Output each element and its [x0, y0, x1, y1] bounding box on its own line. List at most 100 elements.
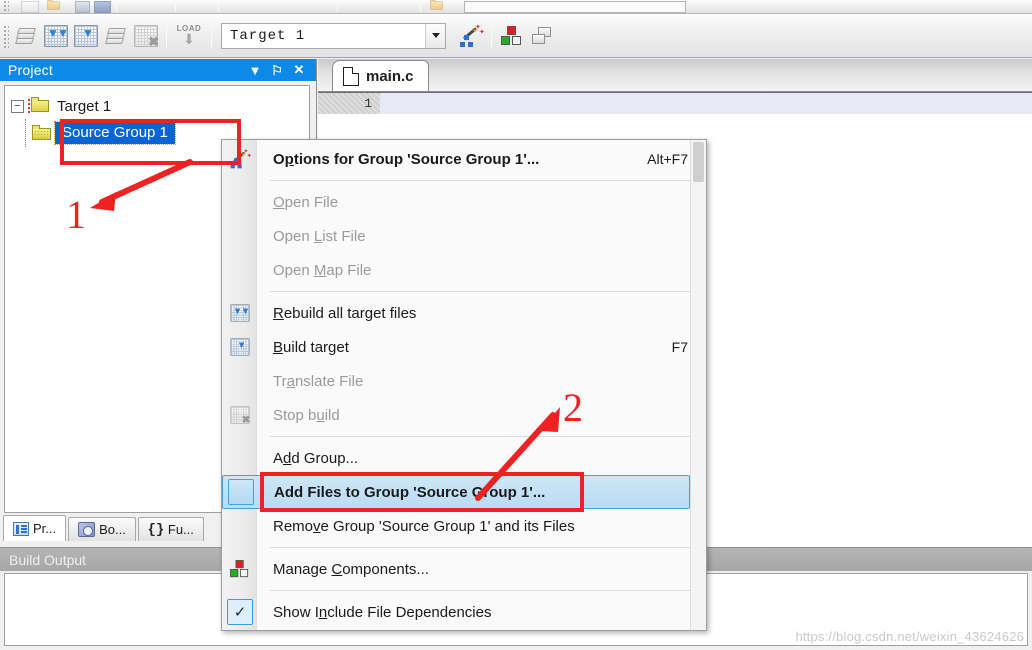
layers-icon	[104, 26, 127, 46]
expander-icon[interactable]: −	[11, 99, 24, 113]
tab-project[interactable]: Pr...	[3, 515, 67, 541]
build-toolbar-grip[interactable]	[2, 23, 9, 48]
bookmark-next-icon[interactable]	[296, 0, 314, 13]
stop-build-button[interactable]: ✖	[131, 21, 161, 51]
target-selector[interactable]: Target 1	[221, 22, 446, 49]
redo-icon[interactable]	[197, 0, 213, 13]
toolbar-divider-4	[337, 1, 338, 12]
build-grid-icon: ▼	[74, 24, 98, 47]
editor-line-number: 1	[318, 93, 380, 114]
save-icon[interactable]	[75, 0, 90, 13]
paste-icon[interactable]	[152, 0, 170, 13]
menu-open-map-file[interactable]: Open Map File	[222, 253, 706, 287]
target-folder-icon	[27, 97, 51, 115]
build-toolbar-divider-1	[166, 23, 167, 48]
menu-build-target[interactable]: ▼ Build target F7	[222, 330, 706, 364]
menu-options-for-group[interactable]: ✦ ✦ ✦ Options for Group 'Source Group 1'..…	[222, 142, 706, 176]
project-panel-tabs: Pr... Bo... {} Fu...	[3, 515, 206, 541]
tree-node-source-group-label: Source Group 1	[54, 121, 176, 145]
panel-menu-button[interactable]: ▼	[244, 60, 266, 80]
open-file-icon[interactable]	[47, 0, 73, 13]
translate-button[interactable]	[101, 21, 131, 51]
tree-node-target[interactable]: − Target 1	[5, 93, 309, 119]
chevron-down-icon[interactable]	[425, 23, 445, 48]
new-file-icon[interactable]	[21, 0, 39, 13]
menu-translate-file[interactable]: Translate File	[222, 364, 706, 398]
editor-current-line[interactable]	[380, 93, 1032, 114]
panel-close-button[interactable]: ✕	[288, 60, 310, 80]
menu-remove-group-label: Remove Group 'Source Group 1' and its Fi…	[273, 517, 575, 535]
menu-rebuild-all-target-files[interactable]: ▼ ▼ Rebuild all target files	[222, 296, 706, 330]
batch-build-button[interactable]	[11, 21, 41, 51]
books-icon	[78, 522, 96, 537]
menu-show-include-file-dependencies[interactable]: ✓ Show Include File Dependencies	[222, 595, 706, 629]
menu-options-for-group-label: Options for Group 'Source Group 1'...	[273, 150, 540, 168]
folder-icon	[32, 125, 52, 141]
menu-manage-components[interactable]: Manage Components...	[222, 552, 706, 586]
scrollbar-thumb[interactable]	[693, 142, 704, 182]
build-grid-icon: ▼	[226, 334, 254, 360]
outdent-icon[interactable]	[361, 0, 379, 13]
watermark-text: https://blog.csdn.net/weixin_43624626	[795, 629, 1024, 644]
editor-tab-label: main.c	[366, 67, 414, 85]
menu-open-list-file[interactable]: Open List File	[222, 219, 706, 253]
find-input[interactable]	[464, 0, 686, 13]
bookmark-clear-icon[interactable]	[314, 0, 332, 13]
rebuild-all-button[interactable]: ▼ ▼	[41, 21, 71, 51]
menu-add-group[interactable]: Add Group...	[222, 441, 706, 475]
project-panel-title: Project	[8, 62, 53, 78]
multi-project-button[interactable]	[527, 21, 557, 51]
rebuild-grid-icon: ▼ ▼	[226, 300, 254, 326]
bookmark-toggle-icon[interactable]	[260, 0, 278, 13]
open-folder-icon[interactable]	[430, 0, 456, 13]
build-toolbar-divider-3	[491, 23, 492, 48]
build-target-button[interactable]: ▼	[71, 21, 101, 51]
manage-components-button[interactable]	[497, 21, 527, 51]
uncomment-icon[interactable]	[397, 0, 415, 13]
menu-stop-build[interactable]: ✖ Stop build	[222, 398, 706, 432]
navigate-back-icon[interactable]	[224, 0, 242, 13]
grid-stop-icon: ✖	[134, 24, 159, 48]
stack-icon	[14, 26, 37, 46]
editor-tab-main-c[interactable]: main.c	[332, 60, 429, 91]
target-selector-value: Target 1	[230, 27, 306, 44]
menu-separator-4	[270, 547, 706, 548]
options-for-target-button[interactable]: ✦ ✦ ✦	[456, 21, 486, 51]
comment-icon[interactable]	[379, 0, 397, 13]
tab-books[interactable]: Bo...	[68, 517, 136, 541]
menu-add-files-to-group[interactable]: Add Files to Group 'Source Group 1'...	[222, 475, 690, 509]
keil-uvision-window: ▼ ▼ ▼ ✖ LOAD ⬇ Target 1 ✦ ✦ ✦ main.c 1 P…	[0, 0, 1032, 650]
menu-open-file[interactable]: Open File	[222, 185, 706, 219]
cut-icon[interactable]	[122, 0, 136, 13]
panel-pin-button[interactable]: ⚐	[266, 60, 288, 80]
navigate-forward-icon[interactable]	[242, 0, 260, 13]
indent-icon[interactable]	[343, 0, 361, 13]
menu-separator-3	[270, 436, 706, 437]
menu-remove-group[interactable]: Remove Group 'Source Group 1' and its Fi…	[222, 509, 706, 543]
magic-wand-icon: ✦ ✦ ✦	[458, 24, 485, 48]
undo-icon[interactable]	[181, 0, 197, 13]
menu-add-files-to-group-label: Add Files to Group 'Source Group 1'...	[274, 483, 546, 501]
tree-connector	[25, 119, 26, 147]
toolbar-overflow-icon[interactable]	[712, 0, 726, 13]
menu-separator-2	[270, 291, 706, 292]
components-icon	[500, 25, 524, 47]
tab-books-label: Bo...	[99, 522, 126, 537]
bookmark-prev-icon[interactable]	[278, 0, 296, 13]
tab-functions[interactable]: {} Fu...	[137, 517, 204, 541]
menu-manage-components-label: Manage Components...	[273, 560, 429, 578]
editor-tab-bar: main.c	[318, 59, 1032, 92]
menu-separator-1	[270, 180, 706, 181]
toolbar-divider-5	[420, 1, 421, 12]
menu-build-target-label: Build target	[273, 338, 349, 356]
download-button[interactable]: LOAD ⬇	[172, 21, 206, 51]
checkmark-icon: ✓	[226, 599, 254, 625]
context-menu-scrollbar[interactable]	[690, 140, 706, 630]
build-toolbar-divider-2	[211, 23, 212, 48]
find-in-files-icon[interactable]	[692, 0, 712, 13]
build-output-title: Build Output	[9, 551, 87, 568]
save-all-icon[interactable]	[94, 0, 111, 13]
menu-open-file-label: Open File	[273, 193, 339, 211]
rebuild-grid-icon: ▼ ▼	[44, 24, 69, 47]
copy-icon[interactable]	[136, 0, 152, 13]
